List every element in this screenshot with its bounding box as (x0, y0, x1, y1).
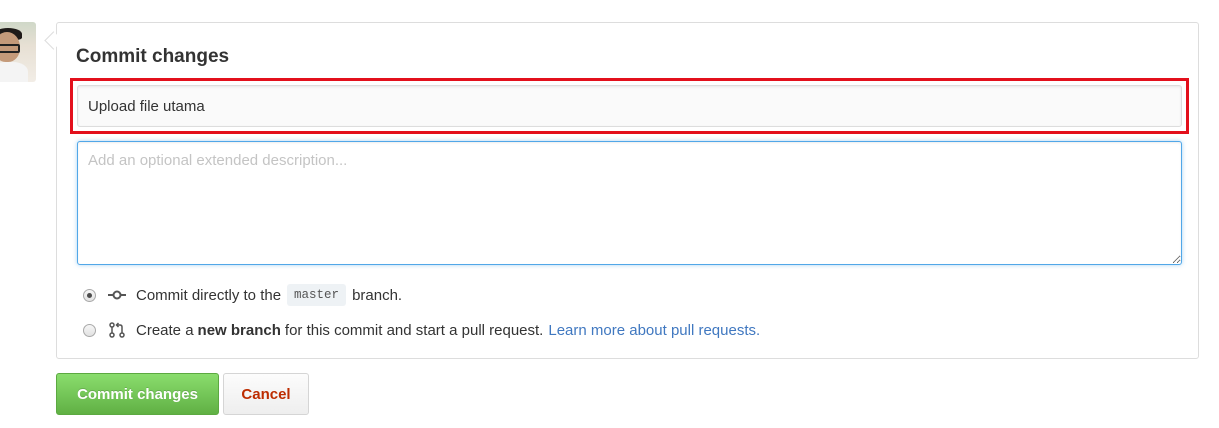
option-direct-text-after: branch. (352, 286, 403, 304)
commit-description-textarea[interactable] (77, 141, 1182, 265)
git-pull-request-icon (109, 322, 125, 338)
radio-new-branch[interactable] (83, 323, 96, 337)
cancel-button[interactable]: Cancel (223, 373, 309, 415)
avatar[interactable] (0, 22, 36, 82)
commit-changes-button[interactable]: Commit changes (56, 373, 219, 415)
radio-commit-direct[interactable] (83, 288, 96, 302)
commit-summary-input[interactable] (77, 85, 1182, 127)
branch-name-badge: master (287, 284, 347, 306)
option-new-branch[interactable]: Create a new branch for this commit and … (83, 319, 760, 341)
avatar-glasses (0, 44, 20, 53)
new-branch-bold-text: new branch (197, 321, 281, 339)
commit-panel: Commit changes Commit directly to the ma… (56, 22, 1199, 359)
git-commit-icon (108, 290, 126, 300)
option-new-branch-text-after: for this commit and start a pull request… (284, 321, 544, 339)
avatar-shirt (0, 62, 28, 82)
panel-title: Commit changes (76, 46, 230, 67)
option-direct-text: Commit directly to the (136, 286, 282, 304)
learn-more-pull-requests-link[interactable]: Learn more about pull requests. (548, 322, 760, 339)
option-new-branch-text: Create a (136, 321, 194, 339)
option-commit-direct[interactable]: Commit directly to the master branch. (83, 284, 402, 306)
